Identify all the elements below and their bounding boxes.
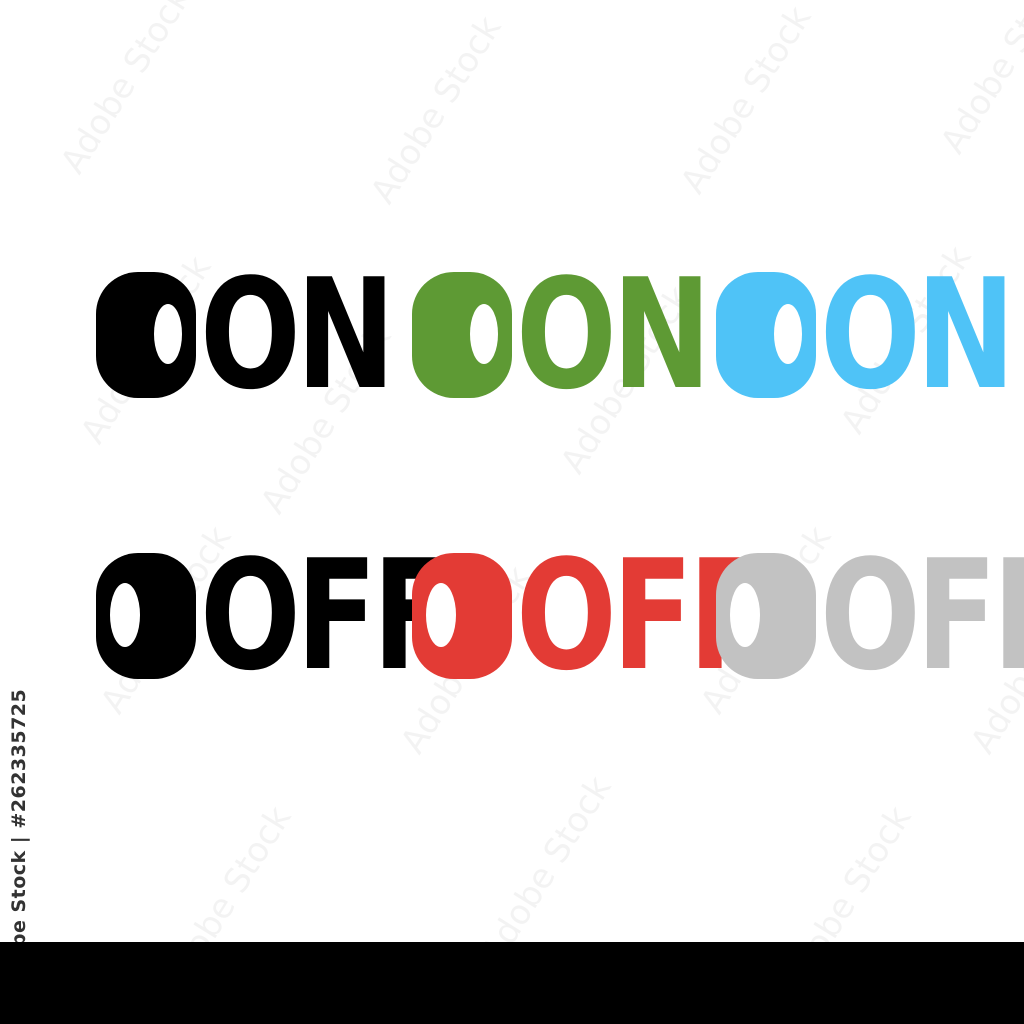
switch-hole-icon bbox=[470, 304, 498, 364]
watermark-text: Adobe Stock bbox=[672, 0, 820, 201]
toggle-label: ON bbox=[820, 246, 1015, 423]
watermark-text: Adobe Stock bbox=[52, 0, 200, 181]
bottom-bar bbox=[0, 942, 1024, 1024]
toggle-label: ON bbox=[200, 246, 395, 423]
watermark-text: Adobe Stock bbox=[932, 0, 1024, 161]
toggle-label: ON bbox=[516, 246, 711, 423]
toggle-label: OFF bbox=[820, 527, 1024, 704]
switch-hole-icon bbox=[110, 583, 140, 647]
switch-hole-icon bbox=[774, 304, 802, 364]
watermark-text: Adobe Stock bbox=[472, 769, 620, 971]
watermark-text: Adobe Stock bbox=[362, 9, 510, 211]
switch-hole-icon bbox=[426, 583, 456, 647]
switch-hole-icon bbox=[154, 304, 182, 364]
switch-hole-icon bbox=[730, 583, 760, 647]
